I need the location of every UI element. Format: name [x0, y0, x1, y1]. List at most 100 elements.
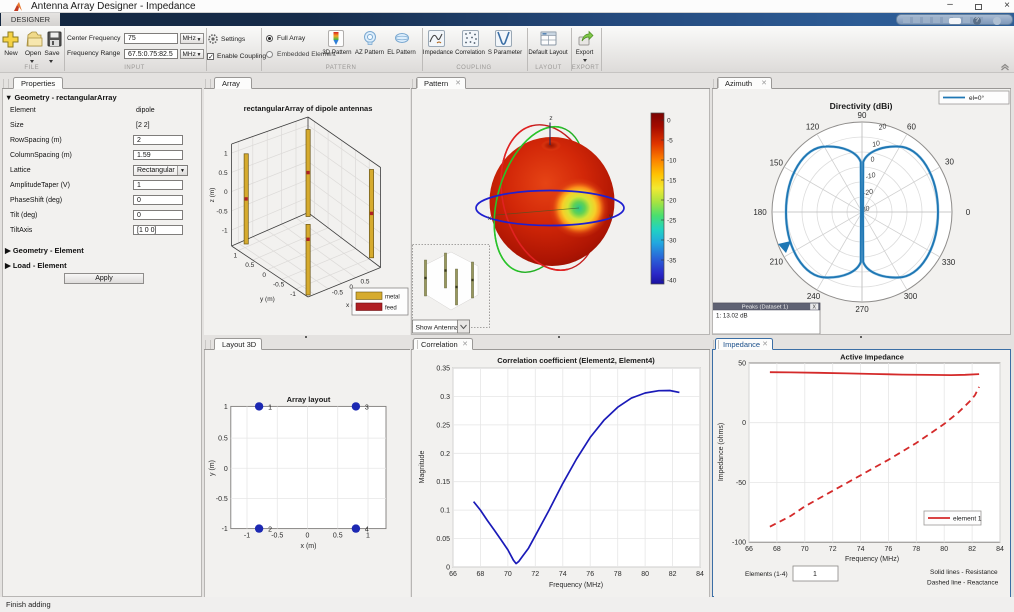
svg-text:82: 82 [669, 571, 677, 578]
svg-text:-1: -1 [222, 228, 228, 235]
svg-text:70: 70 [800, 546, 808, 553]
svg-text:element 1: element 1 [953, 516, 982, 523]
svg-text:z: z [549, 115, 552, 122]
svg-text:-0.5: -0.5 [271, 533, 283, 540]
svg-text:0.25: 0.25 [436, 422, 450, 429]
svg-text:72: 72 [531, 571, 539, 578]
svg-text:60: 60 [907, 122, 916, 131]
svg-text:-40: -40 [667, 278, 677, 285]
svg-text:210: 210 [770, 258, 784, 267]
svg-text:0: 0 [306, 533, 310, 540]
svg-text:-5: -5 [667, 138, 673, 145]
svg-text:Solid lines - Resistance: Solid lines - Resistance [930, 569, 998, 576]
svg-text:z (m): z (m) [209, 188, 216, 203]
svg-text:0.3: 0.3 [440, 394, 450, 401]
svg-text:el=0°: el=0° [969, 94, 984, 102]
svg-text:0.5: 0.5 [333, 533, 343, 540]
svg-text:84: 84 [696, 571, 704, 578]
svg-text:1: 1 [366, 533, 370, 540]
svg-text:0.05: 0.05 [436, 536, 450, 543]
svg-text:1: 1 [224, 404, 228, 411]
svg-text:70: 70 [504, 571, 512, 578]
svg-text:0: 0 [262, 272, 266, 279]
svg-text:Frequency (MHz): Frequency (MHz) [844, 556, 898, 563]
svg-text:84: 84 [996, 546, 1004, 553]
svg-text:-20: -20 [667, 198, 677, 205]
svg-text:-0.5: -0.5 [273, 281, 285, 288]
svg-text:1: 13.02 dB: 1: 13.02 dB [716, 313, 748, 320]
svg-text:-15: -15 [667, 178, 677, 185]
svg-text:0: 0 [667, 118, 671, 125]
svg-text:74: 74 [856, 546, 864, 553]
svg-text:0.15: 0.15 [436, 479, 450, 486]
svg-text:76: 76 [884, 546, 892, 553]
svg-text:1: 1 [224, 151, 228, 158]
svg-text:68: 68 [773, 546, 781, 553]
svg-text:30: 30 [945, 158, 954, 167]
svg-text:Magnitude: Magnitude [419, 451, 426, 484]
svg-text:Directivity (dBi): Directivity (dBi) [830, 101, 893, 111]
svg-text:-100: -100 [731, 540, 745, 547]
svg-text:72: 72 [828, 546, 836, 553]
svg-text:-35: -35 [667, 258, 677, 265]
svg-text:330: 330 [942, 258, 956, 267]
svg-text:-30: -30 [667, 238, 677, 245]
svg-text:metal: metal [385, 295, 400, 301]
svg-text:x (m): x (m) [301, 543, 317, 550]
svg-text:0.2: 0.2 [440, 451, 450, 458]
svg-text:80: 80 [641, 571, 649, 578]
svg-text:0.5: 0.5 [245, 262, 254, 269]
svg-text:50: 50 [738, 361, 746, 368]
svg-text:Show Antenna: Show Antenna [416, 325, 459, 332]
svg-text:-0.5: -0.5 [216, 496, 228, 503]
svg-text:0: 0 [224, 189, 228, 196]
svg-text:66: 66 [745, 546, 753, 553]
svg-text:150: 150 [770, 159, 784, 168]
svg-text:Frequency (MHz): Frequency (MHz) [549, 582, 603, 589]
svg-text:120: 120 [806, 122, 820, 131]
svg-text:Impedance (ohms): Impedance (ohms) [718, 423, 725, 481]
svg-text:Active Impedance: Active Impedance [840, 353, 904, 362]
svg-text:0.35: 0.35 [436, 366, 450, 373]
svg-text:82: 82 [968, 546, 976, 553]
svg-text:y (m): y (m) [260, 296, 275, 303]
svg-text:-1: -1 [290, 291, 296, 298]
svg-text:Elements (1-4): Elements (1-4) [745, 571, 788, 578]
svg-text:300: 300 [904, 292, 918, 301]
svg-text:1: 1 [268, 404, 272, 411]
svg-text:-10: -10 [667, 158, 677, 165]
svg-text:270: 270 [855, 305, 869, 314]
svg-text:0: 0 [224, 466, 228, 473]
svg-text:X: X [812, 305, 816, 311]
svg-text:-50: -50 [735, 480, 745, 487]
svg-text:Correlation coefficient (Eleme: Correlation coefficient (Element2, Eleme… [497, 356, 655, 365]
svg-text:240: 240 [807, 292, 821, 301]
svg-text:66: 66 [449, 571, 457, 578]
svg-text:0: 0 [446, 565, 450, 572]
svg-text:0.5: 0.5 [219, 170, 228, 177]
svg-text:-0.5: -0.5 [332, 290, 344, 297]
svg-text:y (m): y (m) [209, 460, 216, 476]
svg-text:Peaks (Dataset 1): Peaks (Dataset 1) [742, 305, 788, 311]
svg-text:80: 80 [940, 546, 948, 553]
svg-text:90: 90 [858, 111, 867, 120]
svg-text:0: 0 [966, 208, 971, 217]
svg-text:-1: -1 [222, 526, 228, 533]
svg-text:-0.5: -0.5 [216, 208, 228, 215]
svg-text:0.1: 0.1 [440, 508, 450, 515]
svg-text:78: 78 [912, 546, 920, 553]
svg-text:0.5: 0.5 [360, 279, 369, 286]
svg-text:Dashed line - Reactance: Dashed line - Reactance [927, 580, 999, 587]
svg-text:68: 68 [477, 571, 485, 578]
svg-text:180: 180 [753, 208, 767, 217]
svg-text:-25: -25 [667, 218, 677, 225]
svg-text:1: 1 [233, 253, 237, 260]
svg-text:-1: -1 [244, 533, 250, 540]
svg-text:feed: feed [385, 306, 397, 312]
svg-text:0: 0 [742, 420, 746, 427]
svg-text:Array layout: Array layout [287, 395, 331, 404]
svg-text:1: 1 [813, 571, 817, 578]
svg-text:76: 76 [586, 571, 594, 578]
svg-text:rectangularArray of dipole ant: rectangularArray of dipole antennas [244, 104, 373, 113]
svg-text:74: 74 [559, 571, 567, 578]
